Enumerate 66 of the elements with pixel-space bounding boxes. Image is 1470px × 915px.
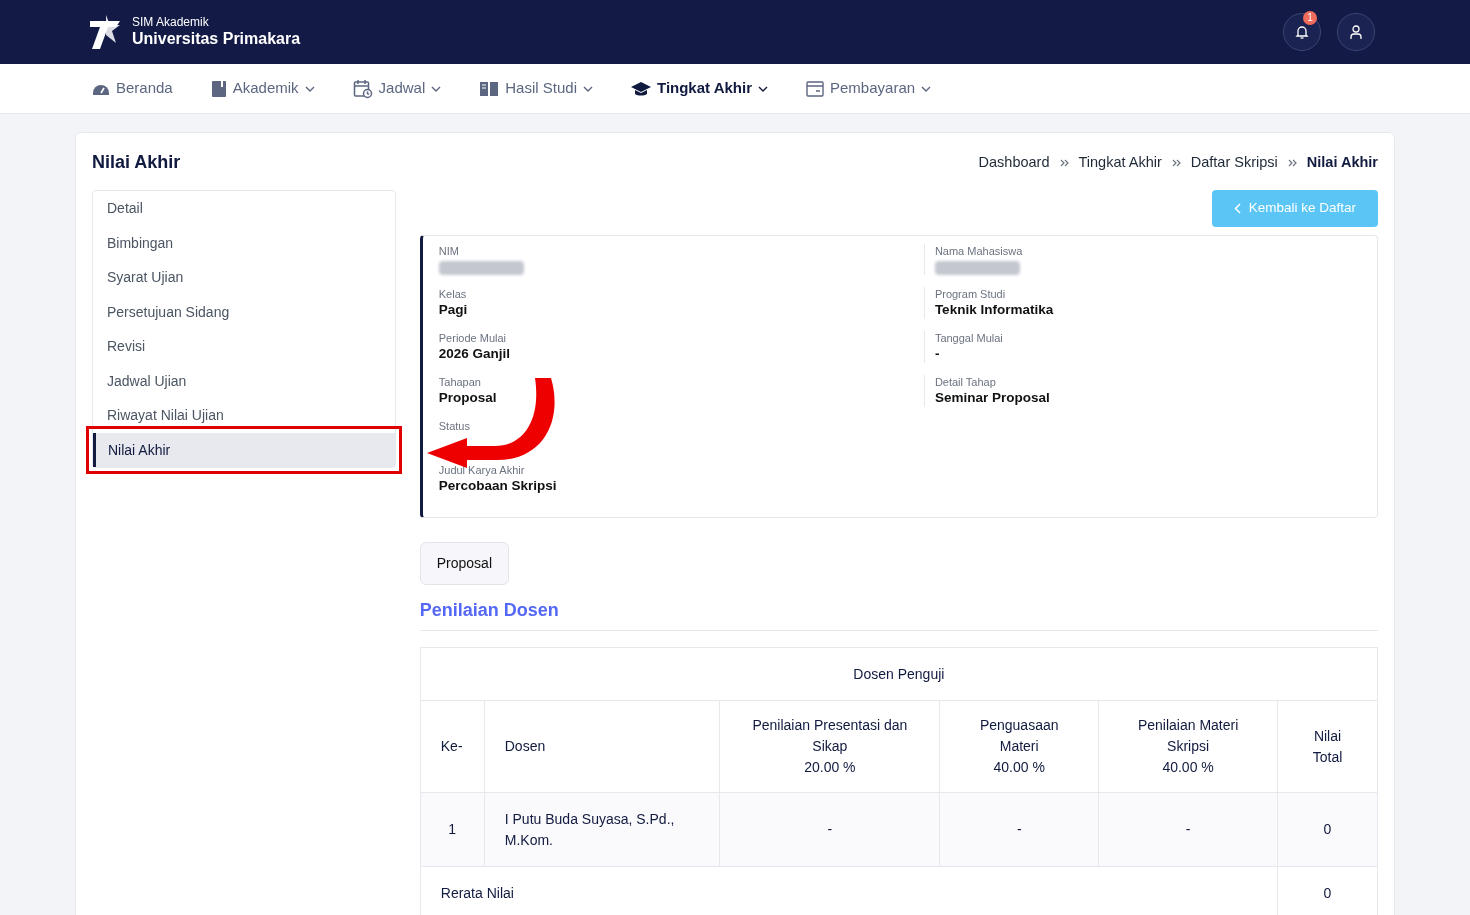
column-header: Penguasaan Materi 40.00 % <box>939 700 1099 793</box>
column-header: Ke- <box>420 700 485 793</box>
field-value: - <box>934 345 940 363</box>
field-label: Judul Karya Akhir <box>438 463 525 477</box>
section-title: Penilaian Dosen <box>419 597 1378 631</box>
page-title: Nilai Akhir <box>92 151 181 174</box>
table-cell: 0 <box>1277 792 1378 867</box>
field-value: Pagi <box>438 301 468 319</box>
bell-icon <box>1294 24 1310 40</box>
table-cell: Rerata Nilai <box>420 866 1278 915</box>
column-header: Dosen <box>484 700 720 793</box>
menu-item[interactable]: Tingkat Akhir <box>631 77 768 100</box>
field-value: Percobaan Skripsi <box>438 477 557 495</box>
sidebar-item[interactable]: Persetujuan Sidang <box>93 294 395 329</box>
sidebar-item[interactable]: Syarat Ujian <box>93 260 395 295</box>
column-header: Penilaian Presentasi dan Sikap 20.00 % <box>719 700 940 793</box>
menu-item[interactable]: Akademik <box>210 77 315 100</box>
table-cell: - <box>1098 792 1278 867</box>
sidebar-item[interactable]: Jadwal Ujian <box>93 363 395 398</box>
field-label: Periode Mulai <box>438 331 507 345</box>
chevron-right-icon <box>1171 158 1181 167</box>
table-cell: I Putu Buda Suyasa, S.Pd., M.Kom. <box>484 792 720 867</box>
breadcrumb-link[interactable]: Daftar Skripsi <box>1190 151 1278 174</box>
column-header: Penilaian Materi Skripsi 40.00 % <box>1098 700 1278 793</box>
menu-item[interactable]: Beranda <box>92 77 173 100</box>
table-cell: 1 <box>420 792 485 867</box>
brand-title: Universitas Primakara <box>132 29 301 49</box>
graduation-cap-icon <box>631 79 651 98</box>
sidebar-item[interactable]: Riwayat Nilai Ujian <box>93 398 395 433</box>
column-header: Nilai Total <box>1277 700 1378 793</box>
chevron-right-icon <box>1059 158 1069 167</box>
field-label: Tahapan <box>438 375 481 389</box>
table-cell: - <box>719 792 940 867</box>
table-cell: - <box>939 792 1099 867</box>
menu-item[interactable]: Pembayaran <box>806 77 932 100</box>
calendar-icon <box>352 78 373 99</box>
user-icon <box>1348 24 1364 40</box>
sidebar-item[interactable]: Revisi <box>93 329 395 364</box>
stage-tab[interactable]: Proposal <box>419 542 510 585</box>
field-label: Nama Mahasiswa <box>934 244 1023 258</box>
breadcrumb-link[interactable]: Dashboard <box>978 151 1050 174</box>
chevron-left-icon <box>1233 203 1241 214</box>
field-label: Program Studi <box>934 287 1006 301</box>
card-icon <box>806 80 824 97</box>
field-label: Detail Tahap <box>934 375 996 389</box>
field-label: Kelas <box>438 287 467 301</box>
notification-badge: 1 <box>1303 11 1317 25</box>
field-value: Teknik Informatika <box>934 301 1054 319</box>
sidebar-item[interactable]: Bimbingan <box>93 225 395 260</box>
field-label: Tanggal Mulai <box>934 331 1003 345</box>
menu-item[interactable]: Hasil Studi <box>479 77 593 100</box>
field-label: Status <box>438 419 470 433</box>
user-button[interactable] <box>1337 13 1375 51</box>
brand-subtitle: SIM Akademik <box>132 15 210 29</box>
field-value: Seminar Proposal <box>934 389 1050 407</box>
field-label: NIM <box>438 244 459 258</box>
field-value: Proposal <box>438 389 497 407</box>
table-group-header: Dosen Penguji <box>420 647 1378 701</box>
field-value: 2026 Ganjil <box>438 345 511 363</box>
book-icon <box>210 79 227 98</box>
breadcrumb-current: Nilai Akhir <box>1306 152 1378 172</box>
breadcrumb-link[interactable]: Tingkat Akhir <box>1078 151 1162 174</box>
menu-item[interactable]: Jadwal <box>352 77 442 100</box>
chevron-right-icon <box>1287 158 1297 167</box>
sidebar-item[interactable]: Detail <box>93 191 395 226</box>
open-book-icon <box>479 79 500 98</box>
